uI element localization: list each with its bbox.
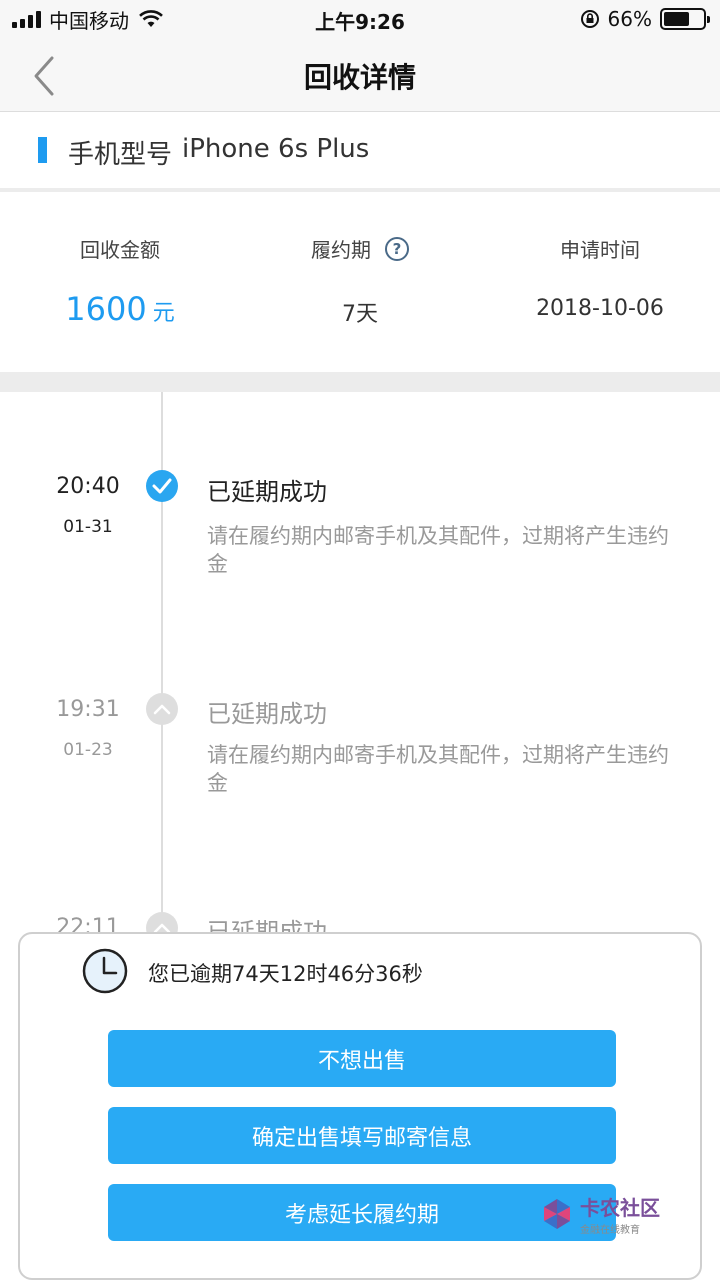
divider bbox=[0, 372, 720, 392]
timeline-title: 已延期成功 bbox=[207, 700, 327, 728]
clock-icon bbox=[82, 948, 128, 994]
model-label: 手机型号 bbox=[68, 140, 173, 170]
period-value: 7天 bbox=[342, 302, 378, 327]
rotation-lock-icon bbox=[580, 10, 599, 28]
overdue-text: 您已逾期74天12时46分36秒 bbox=[148, 962, 423, 986]
apply-value: 2018-10-06 bbox=[536, 296, 664, 321]
apply-label: 申请时间 bbox=[560, 238, 640, 262]
model-section: 手机型号 iPhone 6s Plus bbox=[0, 112, 720, 188]
amount-unit: 元 bbox=[152, 301, 175, 326]
timeline-date: 01-23 bbox=[63, 740, 113, 760]
page-title: 回收详情 bbox=[303, 61, 416, 94]
timeline-time: 19:31 bbox=[56, 697, 120, 722]
model-value: iPhone 6s Plus bbox=[182, 134, 370, 164]
check-icon bbox=[146, 470, 178, 502]
watermark-main: 卡农社区 bbox=[580, 1196, 660, 1220]
model-row: 手机型号 iPhone 6s Plus bbox=[68, 134, 369, 171]
confirm-sell-button[interactable]: 确定出售填写邮寄信息 bbox=[108, 1107, 616, 1164]
amount-value: 1600 元 bbox=[0, 290, 240, 328]
timeline-desc: 请在履约期内邮寄手机及其配件，过期将产生违约金 bbox=[207, 743, 669, 795]
status-bar: 中国移动 上午9:26 66% bbox=[0, 0, 720, 40]
section-accent-bar bbox=[38, 137, 47, 163]
watermark-logo-icon bbox=[544, 1199, 570, 1229]
battery-percent: 66% bbox=[607, 7, 652, 31]
nav-bar: 回收详情 bbox=[0, 40, 720, 112]
timeline-title: 已延期成功 bbox=[207, 478, 327, 506]
info-section: 回收金额 1600 元 履约期 ? 7天 申请时间 2018-10-06 bbox=[0, 192, 720, 372]
period-label: 履约期 bbox=[311, 238, 371, 262]
timeline-date: 01-31 bbox=[63, 517, 113, 537]
watermark-sub: 金融在线教育 bbox=[580, 1225, 640, 1236]
watermark: 卡农社区 金融在线教育 bbox=[540, 1192, 660, 1236]
help-icon[interactable]: ? bbox=[385, 236, 409, 261]
not-sell-button[interactable]: 不想出售 bbox=[108, 1030, 616, 1087]
timeline-desc: 请在履约期内邮寄手机及其配件，过期将产生违约金 bbox=[207, 524, 669, 576]
status-right: 66% bbox=[580, 6, 710, 32]
period-label-row: 履约期 ? bbox=[240, 234, 480, 263]
watermark-text: 卡农社区 金融在线教育 bbox=[580, 1192, 660, 1236]
timeline-time: 20:40 bbox=[56, 474, 120, 499]
amount-number: 1600 bbox=[65, 290, 147, 328]
battery-icon bbox=[660, 8, 710, 30]
amount-label: 回收金额 bbox=[80, 238, 160, 262]
chevron-up-icon bbox=[146, 693, 178, 725]
